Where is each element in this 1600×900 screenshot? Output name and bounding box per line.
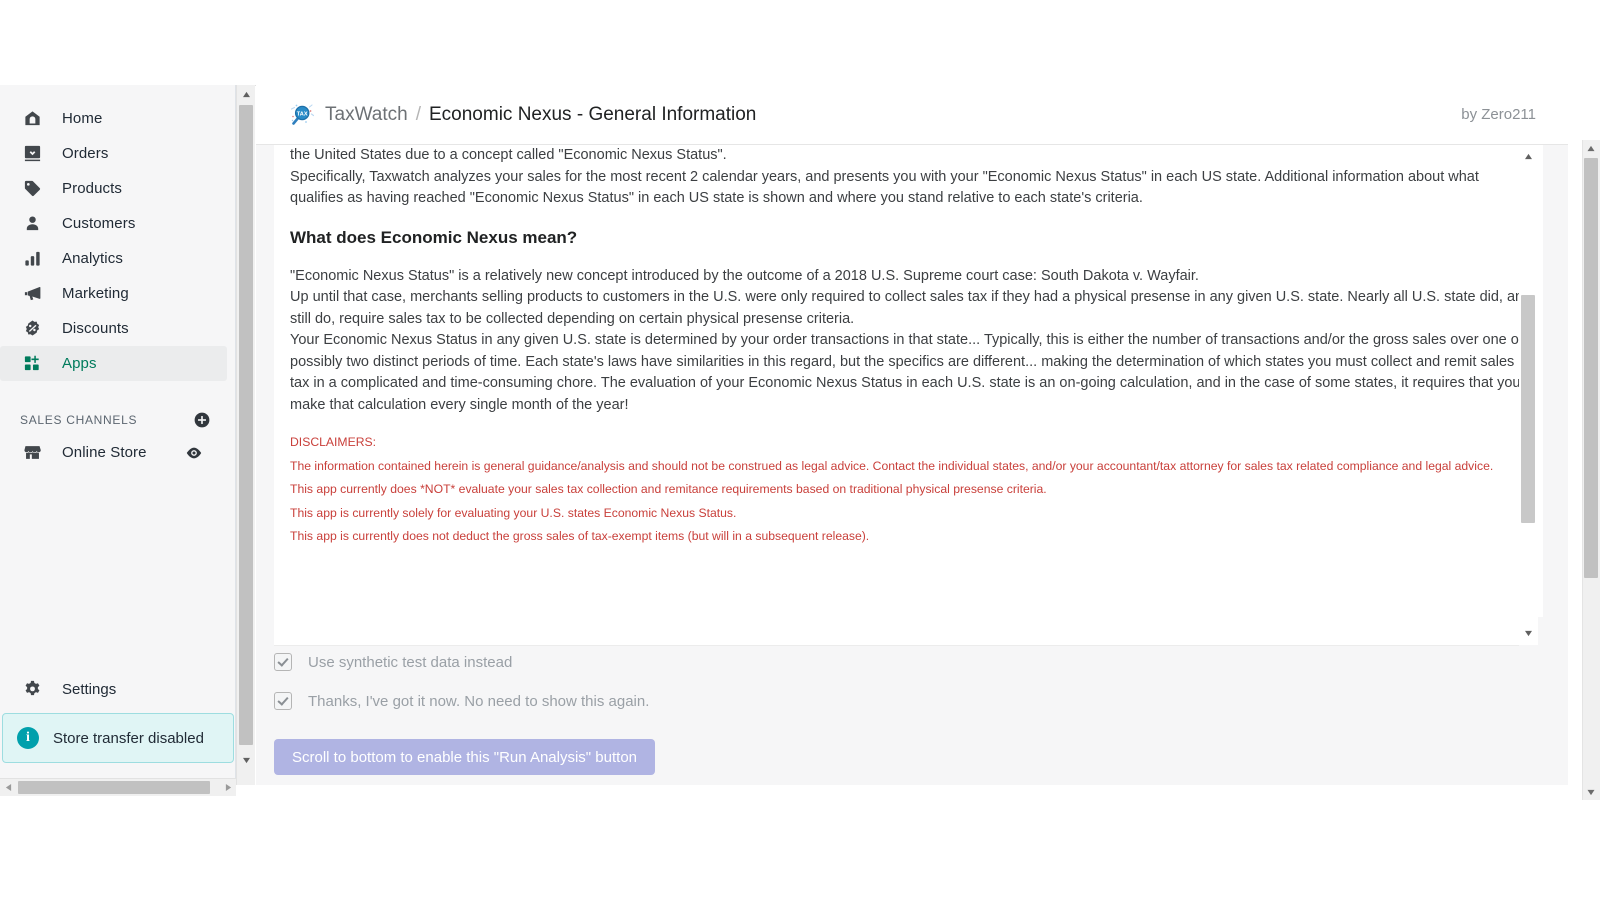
sidebar-item-label: Apps	[62, 355, 97, 372]
body-line-3: Your Economic Nexus Status in any given …	[290, 332, 1524, 413]
page-title: Economic Nexus - General Information	[429, 103, 757, 125]
document-area: the United States due to a concept calle…	[256, 145, 1568, 785]
sidebar-item-label: Discounts	[62, 320, 129, 337]
taxwatch-magnifier-icon: TAX	[289, 102, 315, 128]
sidebar-item-label: Products	[62, 180, 122, 197]
synthetic-data-checkbox-row[interactable]: Use synthetic test data instead	[274, 653, 1514, 671]
eye-icon[interactable]	[185, 444, 203, 462]
disclaimers-title: DISCLAIMERS:	[290, 435, 377, 449]
sidebar-item-orders[interactable]: Orders	[0, 136, 227, 171]
scroll-down-arrow-icon[interactable]	[1583, 784, 1599, 800]
acknowledge-checkbox-row[interactable]: Thanks, I've got it now. No need to show…	[274, 692, 1514, 710]
run-analysis-button[interactable]: Scroll to bottom to enable this "Run Ana…	[274, 739, 656, 775]
sidebar-nav-list: Home Orders Products Customers Analytics…	[0, 85, 235, 381]
breadcrumb-separator: /	[415, 103, 421, 125]
sidebar-hscroll-thumb[interactable]	[18, 781, 210, 794]
sidebar-item-discounts[interactable]: Discounts	[0, 311, 227, 346]
store-transfer-banner-label: Store transfer disabled	[53, 729, 204, 747]
scroll-down-arrow-icon[interactable]	[1521, 626, 1536, 641]
svg-text:TAX: TAX	[297, 111, 308, 117]
sidebar-item-label: Settings	[62, 680, 117, 698]
body-line-2: Up until that case, merchants selling pr…	[290, 289, 1531, 327]
discount-icon	[20, 317, 44, 341]
disclaimer-item: This app is currently solely for evaluat…	[290, 505, 737, 520]
gear-icon	[20, 677, 44, 701]
sidebar-item-label: Marketing	[62, 285, 129, 302]
sidebar-item-products[interactable]: Products	[0, 171, 227, 206]
app-byline: by Zero211	[1461, 106, 1536, 123]
disclaimer-item: This app currently does *NOT* evaluate y…	[290, 482, 1047, 496]
checkbox-acknowledge[interactable]	[274, 692, 292, 710]
intro-line-2: Specifically, Taxwatch analyzes your sal…	[290, 168, 1483, 207]
scroll-right-arrow-icon[interactable]	[220, 779, 236, 796]
sidebar-item-analytics[interactable]: Analytics	[0, 241, 227, 276]
scroll-up-arrow-icon[interactable]	[1583, 140, 1599, 156]
scroll-down-arrow-icon[interactable]	[237, 751, 255, 769]
orders-icon	[20, 142, 44, 166]
scroll-left-arrow-icon[interactable]	[0, 779, 16, 796]
text-region-scroll-thumb[interactable]	[1521, 295, 1535, 523]
intro-line-1: the United States due to a concept calle…	[290, 147, 727, 163]
checkbox-synthetic-data-label: Use synthetic test data instead	[308, 653, 513, 671]
controls-area: Use synthetic test data instead Thanks, …	[274, 653, 1514, 775]
page-scroll-thumb[interactable]	[1584, 158, 1598, 578]
sidebar-item-marketing[interactable]: Marketing	[0, 276, 227, 311]
tag-icon	[20, 177, 44, 201]
sidebar-item-home[interactable]: Home	[0, 101, 227, 136]
sidebar-vertical-scrollbar[interactable]	[236, 85, 255, 785]
main-panel: TAX TaxWatch / Economic Nexus - General …	[256, 85, 1568, 785]
body-line-1: "Economic Nexus Status" is a relatively …	[290, 267, 1199, 284]
sales-channels-label: SALES CHANNELS	[20, 413, 138, 427]
sidebar-item-settings[interactable]: Settings	[0, 671, 235, 707]
sidebar-scroll-thumb[interactable]	[239, 105, 253, 745]
breadcrumb-app-name[interactable]: TaxWatch	[325, 104, 408, 126]
section-heading: What does Economic Nexus mean?	[290, 227, 578, 247]
sidebar-item-apps[interactable]: Apps	[0, 346, 227, 381]
intro-paragraph: the United States due to a concept calle…	[290, 145, 1535, 210]
sidebar-item-label: Orders	[62, 145, 109, 162]
sidebar-item-label: Online Store	[62, 444, 147, 461]
breadcrumb: TaxWatch / Economic Nexus - General Info…	[325, 104, 756, 126]
plus-circle-icon[interactable]	[193, 411, 211, 429]
checkbox-synthetic-data[interactable]	[274, 653, 292, 671]
sidebar-horizontal-scrollbar[interactable]	[0, 778, 236, 796]
sidebar-item-customers[interactable]: Customers	[0, 206, 227, 241]
apps-icon	[20, 352, 44, 376]
store-icon	[20, 441, 44, 465]
sidebar-item-label: Analytics	[62, 250, 123, 267]
scrollable-text-region[interactable]: the United States due to a concept calle…	[274, 145, 1543, 617]
disclaimers-block: DISCLAIMERS: The information contained h…	[290, 434, 1535, 545]
body-paragraph: "Economic Nexus Status" is a relatively …	[290, 266, 1535, 417]
disclaimer-item: The information contained herein is gene…	[290, 458, 1494, 473]
text-region-vertical-scrollbar[interactable]	[1519, 145, 1538, 645]
megaphone-icon	[20, 282, 44, 306]
sales-channels-section-header: SALES CHANNELS	[0, 405, 235, 435]
scroll-up-arrow-icon[interactable]	[237, 85, 255, 103]
app-header: TAX TaxWatch / Economic Nexus - General …	[256, 85, 1568, 145]
disclaimer-item: This app is currently does not deduct th…	[290, 529, 870, 543]
scroll-up-arrow-icon[interactable]	[1521, 149, 1536, 164]
checkbox-acknowledge-label: Thanks, I've got it now. No need to show…	[308, 692, 650, 710]
app-root: Home Orders Products Customers Analytics…	[0, 0, 1600, 900]
store-transfer-banner[interactable]: i Store transfer disabled	[2, 713, 234, 763]
page-vertical-scrollbar[interactable]	[1582, 140, 1600, 800]
sidebar: Home Orders Products Customers Analytics…	[0, 85, 236, 785]
info-icon: i	[17, 727, 39, 749]
bar-chart-icon	[20, 247, 44, 271]
text-region-bottom-spacer	[274, 617, 1519, 646]
home-icon	[20, 107, 44, 131]
sidebar-item-label: Home	[62, 110, 103, 127]
sidebar-item-online-store[interactable]: Online Store	[0, 435, 227, 470]
person-icon	[20, 212, 44, 236]
sidebar-item-label: Customers	[62, 215, 136, 232]
